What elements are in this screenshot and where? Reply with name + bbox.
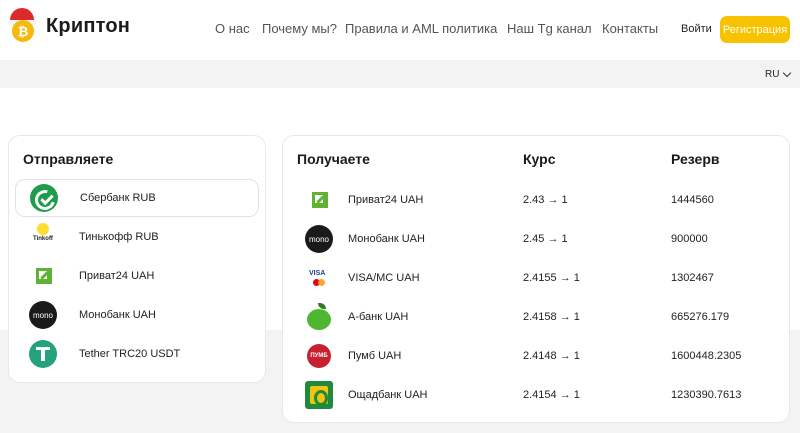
receive-name: Ощадбанк UAH: [348, 389, 428, 401]
nav-why-us[interactable]: Почему мы?: [262, 21, 337, 36]
send-item-monobank[interactable]: mono Монобанк UAH: [15, 296, 259, 334]
receive-card: Получаете Курс Резерв Приват24 UAH 2.43 …: [282, 135, 790, 423]
receive-name: Пумб UAH: [348, 350, 402, 362]
monobank-icon: mono: [305, 225, 333, 253]
receive-rate: 2.43 → 1: [523, 194, 568, 206]
chevron-down-icon: [783, 68, 792, 77]
send-title: Отправляете: [23, 151, 114, 167]
reserve-header: Резерв: [671, 151, 720, 167]
pumb-icon: ПУМБ: [305, 342, 333, 370]
language-select[interactable]: RU: [765, 68, 792, 80]
monobank-icon: mono: [29, 301, 57, 329]
language-bar: RU: [0, 60, 800, 88]
language-selected: RU: [765, 69, 780, 80]
sberbank-icon: [30, 184, 58, 212]
privat24-icon: [29, 262, 57, 290]
tinkoff-wordmark: Tinkoff: [33, 236, 53, 242]
pumb-wordmark: ПУМБ: [307, 344, 331, 368]
receive-reserve: 1302467: [671, 272, 714, 284]
receive-rate: 2.4148 → 1: [523, 350, 580, 362]
send-item-label: Приват24 UAH: [79, 270, 155, 282]
receive-name: VISA/MC UAH: [348, 272, 420, 284]
receive-reserve: 665276.179: [671, 311, 730, 323]
nav-about[interactable]: О нас: [215, 21, 250, 36]
send-card: Отправляете Сбербанк RUB Tinkoff Тинькоф…: [8, 135, 266, 383]
logo[interactable]: ₿ Криптон: [8, 8, 130, 44]
nav-telegram[interactable]: Наш Tg канал: [507, 21, 592, 36]
receive-reserve: 900000: [671, 233, 708, 245]
send-item-privat24[interactable]: Приват24 UAH: [15, 257, 259, 295]
receive-row-visa-mc[interactable]: VISA VISA/MC UAH 2.4155 → 1 1302467: [283, 259, 791, 297]
oschadbank-icon: [305, 381, 333, 409]
receive-rate: 2.4154 → 1: [523, 389, 580, 401]
send-item-label: Тинькофф RUB: [79, 231, 159, 243]
receive-rate: 2.45 → 1: [523, 233, 568, 245]
tinkoff-icon: Tinkoff: [29, 223, 57, 251]
receive-name: А-банк UAH: [348, 311, 409, 323]
visa-wordmark: VISA: [309, 270, 326, 277]
logo-icon: ₿: [8, 8, 38, 44]
receive-name: Приват24 UAH: [348, 194, 424, 206]
receive-rate: 2.4155 → 1: [523, 272, 580, 284]
receive-row-monobank[interactable]: mono Монобанк UAH 2.45 → 1 900000: [283, 220, 791, 258]
bitcoin-coin-icon: ₿: [12, 20, 34, 42]
rate-header: Курс: [523, 151, 556, 167]
receive-row-abank[interactable]: А-банк UAH 2.4158 → 1 665276.179: [283, 298, 791, 336]
logo-text: Криптон: [46, 14, 131, 37]
receive-row-oschadbank[interactable]: Ощадбанк UAH 2.4154 → 1 1230390.7613: [283, 376, 791, 414]
nav-rules-aml[interactable]: Правила и AML политика: [345, 21, 497, 36]
receive-reserve: 1600448.2305: [671, 350, 742, 362]
send-item-label: Сбербанк RUB: [80, 192, 156, 204]
receive-name: Монобанк UAH: [348, 233, 425, 245]
send-item-tinkoff[interactable]: Tinkoff Тинькофф RUB: [15, 218, 259, 256]
send-item-label: Монобанк UAH: [79, 309, 156, 321]
receive-row-pumb[interactable]: ПУМБ Пумб UAH 2.4148 → 1 1600448.2305: [283, 337, 791, 375]
tinkoff-emblem: [37, 223, 49, 235]
send-item-sberbank[interactable]: Сбербанк RUB: [15, 179, 259, 217]
receive-reserve: 1444560: [671, 194, 714, 206]
receive-row-privat24[interactable]: Приват24 UAH 2.43 → 1 1444560: [283, 181, 791, 219]
receive-reserve: 1230390.7613: [671, 389, 742, 401]
receive-title: Получаете: [297, 151, 370, 167]
site-header: ₿ Криптон О нас Почему мы? Правила и AML…: [0, 0, 800, 60]
nav-contacts[interactable]: Контакты: [602, 21, 658, 36]
register-button[interactable]: Регистрация: [720, 16, 790, 43]
receive-rate: 2.4158 → 1: [523, 311, 580, 323]
send-item-label: Tether TRC20 USDT: [79, 348, 181, 360]
tether-icon: [29, 340, 57, 368]
privat24-icon: [305, 186, 333, 214]
send-item-tether[interactable]: Tether TRC20 USDT: [15, 335, 259, 373]
login-link[interactable]: Войти: [681, 23, 712, 35]
abank-icon: [305, 303, 333, 331]
visa-mastercard-icon: VISA: [305, 264, 333, 292]
